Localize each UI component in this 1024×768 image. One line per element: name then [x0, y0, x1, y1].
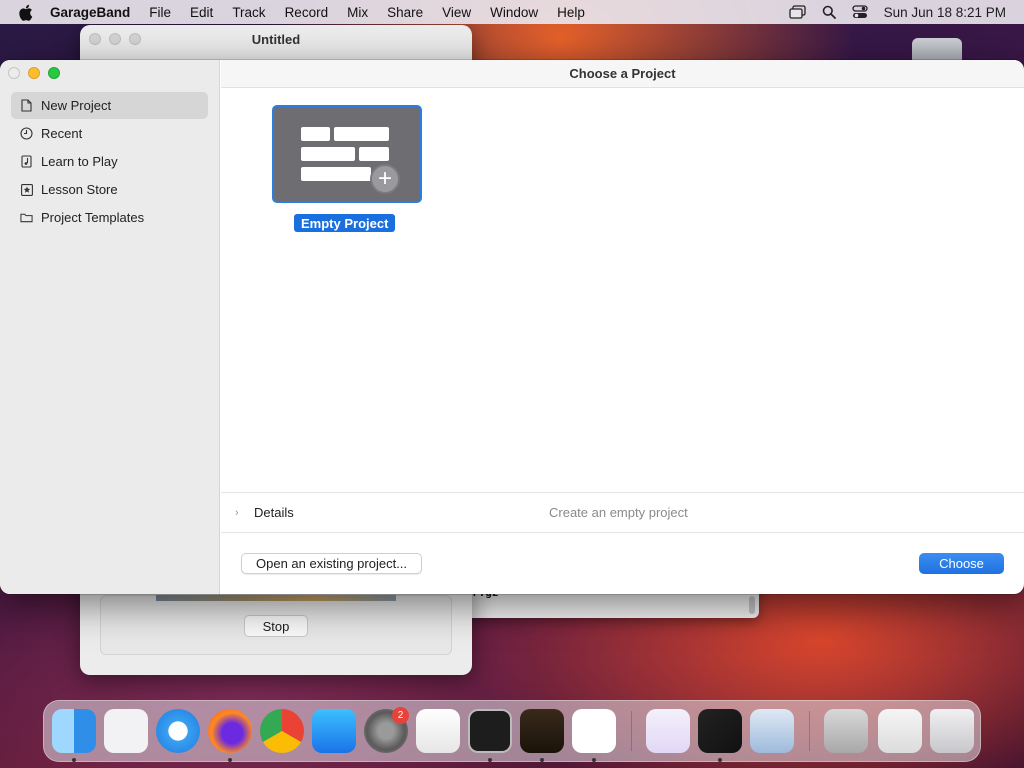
details-label: Details [254, 505, 294, 520]
running-indicator [540, 758, 544, 762]
stop-button[interactable]: Stop [244, 615, 308, 637]
minimize-button[interactable] [28, 67, 40, 79]
menu-window[interactable]: Window [490, 5, 538, 20]
dock-chrome-icon[interactable] [260, 709, 304, 753]
menu-bar: GarageBand File Edit Track Record Mix Sh… [0, 0, 1024, 24]
dock-visual-studio-icon[interactable] [646, 709, 690, 753]
add-icon: + [370, 164, 400, 194]
spotlight-search-icon[interactable] [822, 5, 836, 19]
sidebar-item-label: Project Templates [41, 210, 145, 225]
music-note-icon [20, 155, 33, 169]
notification-badge: 2 [392, 707, 409, 724]
running-indicator [228, 758, 232, 762]
dock-firefox-icon[interactable] [208, 709, 252, 753]
dock-vscode-icon[interactable] [572, 709, 616, 753]
dock-chrome-window-thumbnail[interactable] [878, 709, 922, 753]
star-icon [20, 183, 33, 197]
details-row[interactable]: › Details Create an empty project [221, 492, 1024, 533]
window-title: Untitled [251, 31, 301, 47]
sidebar-item-label: Lesson Store [41, 182, 118, 197]
dock-separator [631, 711, 632, 751]
dock-window-thumbnail[interactable] [824, 709, 868, 753]
dock: 2 [43, 700, 981, 762]
dock-textedit-icon[interactable] [416, 709, 460, 753]
running-indicator [592, 758, 596, 762]
tile-graphic [334, 127, 389, 141]
menu-share[interactable]: Share [387, 5, 423, 20]
tile-graphic [301, 167, 371, 181]
dock-app-store-icon[interactable] [312, 709, 356, 753]
close-button[interactable] [8, 67, 20, 79]
sidebar-item-label: Recent [41, 126, 83, 141]
project-chooser-main: Choose a Project + Empty Project › Detai… [221, 60, 1024, 594]
running-indicator [488, 758, 492, 762]
running-indicator [72, 758, 76, 762]
sidebar-item-new-project[interactable]: New Project [11, 92, 208, 119]
dialog-traffic-lights [8, 67, 60, 79]
apple-menu-icon[interactable] [18, 3, 34, 21]
menu-edit[interactable]: Edit [190, 5, 213, 20]
menu-track[interactable]: Track [232, 5, 265, 20]
empty-project-label[interactable]: Empty Project [294, 214, 396, 232]
dock-separator [809, 711, 810, 751]
dock-terminal-icon[interactable] [468, 709, 512, 753]
menu-record[interactable]: Record [285, 5, 329, 20]
running-indicator [718, 758, 722, 762]
dock-trash-icon[interactable] [930, 709, 974, 753]
untitled-titlebar: Untitled [80, 25, 472, 53]
sidebar-item-project-templates[interactable]: Project Templates [11, 204, 208, 231]
menu-file[interactable]: File [149, 5, 171, 20]
dialog-title: Choose a Project [221, 60, 1024, 88]
menu-clock[interactable]: Sun Jun 18 8:21 PM [884, 5, 1006, 20]
folder-icon [20, 211, 33, 225]
scrollbar[interactable] [749, 596, 755, 614]
dock-safari-icon[interactable] [156, 709, 200, 753]
menu-view[interactable]: View [442, 5, 471, 20]
menu-mix[interactable]: Mix [347, 5, 368, 20]
document-icon [20, 99, 33, 113]
sidebar: New Project Recent Learn to Play Lesson … [0, 60, 220, 594]
tile-graphic [301, 147, 355, 161]
open-existing-project-button[interactable]: Open an existing project... [241, 553, 423, 574]
sidebar-item-lesson-store[interactable]: Lesson Store [11, 176, 208, 203]
dock-launchpad-icon[interactable] [104, 709, 148, 753]
dock-finder-icon[interactable] [52, 709, 96, 753]
dock-preview-icon[interactable] [750, 709, 794, 753]
clock-icon [20, 127, 33, 141]
tile-graphic [301, 127, 330, 141]
empty-project-tile[interactable]: + [272, 105, 422, 203]
sidebar-item-learn-to-play[interactable]: Learn to Play [11, 148, 208, 175]
details-description: Create an empty project [549, 505, 688, 520]
dock-garageband-icon[interactable] [520, 709, 564, 753]
window-switcher-icon[interactable] [789, 5, 806, 19]
sidebar-item-recent[interactable]: Recent [11, 120, 208, 147]
media-strip [156, 595, 396, 601]
menu-app-name[interactable]: GarageBand [50, 5, 130, 20]
chevron-right-icon[interactable]: › [235, 507, 245, 519]
choose-project-dialog: New Project Recent Learn to Play Lesson … [0, 60, 1024, 594]
dock-final-cut-icon[interactable] [698, 709, 742, 753]
choose-button[interactable]: Choose [919, 553, 1004, 574]
menu-help[interactable]: Help [557, 5, 585, 20]
control-center-icon[interactable] [852, 5, 868, 19]
zoom-button[interactable] [48, 67, 60, 79]
sidebar-list: New Project Recent Learn to Play Lesson … [11, 92, 208, 232]
sidebar-item-label: Learn to Play [41, 154, 118, 169]
tile-graphic [359, 147, 389, 161]
sidebar-item-label: New Project [41, 98, 112, 113]
